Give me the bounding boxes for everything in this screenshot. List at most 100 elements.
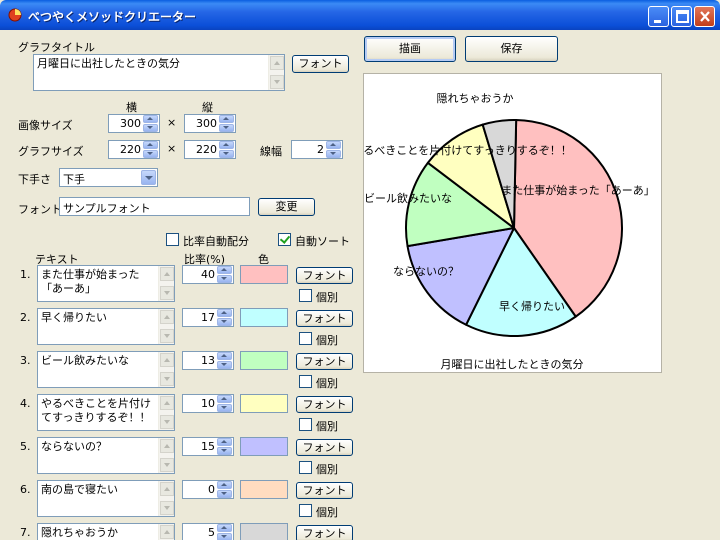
item-color-swatch[interactable] [240,480,288,499]
scroll-down-icon[interactable] [160,286,174,300]
item-font-button[interactable]: フォント [296,482,353,499]
spin-down-icon[interactable] [326,150,341,158]
scroll-down-icon[interactable] [160,329,174,343]
spin-down-icon[interactable] [217,490,232,498]
item-text-field[interactable]: ならないの？ [37,437,175,474]
item-individual-checkbox[interactable] [299,461,312,474]
scroll-up-icon[interactable] [160,396,174,410]
spin-up-icon[interactable] [217,309,232,317]
item-color-swatch[interactable] [240,437,288,456]
maximize-button[interactable] [671,6,692,27]
item-ratio-spinner[interactable]: 0 [182,480,234,499]
item-ratio-spinner[interactable]: 10 [182,394,234,413]
item-font-button[interactable]: フォント [296,267,353,284]
item-font-button[interactable]: フォント [296,396,353,413]
item-individual-checkbox[interactable] [299,375,312,388]
close-button[interactable] [694,6,715,27]
item-text-scrollbar[interactable] [158,395,174,430]
title-font-button[interactable]: フォント [292,55,349,73]
item-text-field[interactable]: また仕事が始まった「あーあ」 [37,265,175,302]
spin-down-icon[interactable] [217,275,232,283]
clumsiness-select[interactable]: 下手 [59,168,158,187]
save-button[interactable]: 保存 [465,36,558,62]
image-height-spinner[interactable]: 300 [184,114,236,133]
font-name-field[interactable]: サンプルフォント [59,197,250,216]
auto-sort-checkbox[interactable] [278,233,291,246]
spin-up-icon[interactable] [217,266,232,274]
graph-height-spinner[interactable]: 220 [184,140,236,159]
item-text-scrollbar[interactable] [158,481,174,516]
draw-button[interactable]: 描画 [364,36,456,62]
item-text-field[interactable]: 南の島で寝たい [37,480,175,517]
line-width-spinner[interactable]: 2 [291,140,343,159]
spin-up-icon[interactable] [217,481,232,489]
spin-down-icon[interactable] [143,150,158,158]
chevron-down-icon[interactable] [141,170,156,185]
item-ratio-spinner[interactable]: 15 [182,437,234,456]
spin-up-icon[interactable] [217,352,232,360]
item-color-swatch[interactable] [240,394,288,413]
scroll-up-icon[interactable] [270,56,284,70]
scroll-down-icon[interactable] [270,75,284,89]
item-individual-checkbox[interactable] [299,418,312,431]
scroll-down-icon[interactable] [160,372,174,386]
spin-up-icon[interactable] [143,115,158,123]
item-text-scrollbar[interactable] [158,438,174,473]
item-ratio-spinner[interactable]: 5 [182,523,234,540]
item-font-button[interactable]: フォント [296,525,353,540]
item-text-scrollbar[interactable] [158,524,174,540]
auto-ratio-checkbox[interactable] [166,233,179,246]
item-text-scrollbar[interactable] [158,309,174,344]
scroll-up-icon[interactable] [160,525,174,539]
item-text-field[interactable]: やるべきことを片付けてすっきりするぞ！！ [37,394,175,431]
spin-down-icon[interactable] [217,318,232,326]
item-font-button[interactable]: フォント [296,439,353,456]
spin-up-icon[interactable] [217,438,232,446]
item-text-field[interactable]: 隠れちゃおうか [37,523,175,540]
item-font-button[interactable]: フォント [296,353,353,370]
spin-down-icon[interactable] [143,124,158,132]
minimize-button[interactable] [648,6,669,27]
item-individual-checkbox[interactable] [299,289,312,302]
item-text-field[interactable]: 早く帰りたい [37,308,175,345]
item-text-field[interactable]: ビール飲みたいな [37,351,175,388]
item-text-scrollbar[interactable] [158,352,174,387]
spin-down-icon[interactable] [217,404,232,412]
spin-down-icon[interactable] [217,447,232,455]
item-ratio-spinner[interactable]: 40 [182,265,234,284]
image-width-spinner[interactable]: 300 [108,114,160,133]
spin-up-icon[interactable] [326,141,341,149]
item-color-swatch[interactable] [240,351,288,370]
spin-down-icon[interactable] [219,124,234,132]
graph-title-field[interactable]: 月曜日に出社したときの気分 [33,54,285,91]
spin-up-icon[interactable] [219,115,234,123]
spin-down-icon[interactable] [217,361,232,369]
scroll-up-icon[interactable] [160,482,174,496]
item-individual-checkbox[interactable] [299,504,312,517]
scroll-up-icon[interactable] [160,267,174,281]
scroll-up-icon[interactable] [160,353,174,367]
spin-down-icon[interactable] [217,533,232,540]
graph-title-scrollbar[interactable] [268,55,284,90]
item-font-button[interactable]: フォント [296,310,353,327]
scroll-up-icon[interactable] [160,439,174,453]
scroll-up-icon[interactable] [160,310,174,324]
spin-up-icon[interactable] [217,395,232,403]
spin-up-icon[interactable] [217,524,232,532]
scroll-down-icon[interactable] [160,458,174,472]
spin-up-icon[interactable] [143,141,158,149]
item-color-swatch[interactable] [240,265,288,284]
item-color-swatch[interactable] [240,523,288,540]
item-ratio-spinner[interactable]: 17 [182,308,234,327]
change-font-button[interactable]: 変更 [258,198,315,216]
spin-up-icon[interactable] [219,141,234,149]
scroll-down-icon[interactable] [160,415,174,429]
scroll-down-icon[interactable] [160,501,174,515]
item-text-scrollbar[interactable] [158,266,174,301]
item-color-swatch[interactable] [240,308,288,327]
item-individual-checkbox[interactable] [299,332,312,345]
spin-down-icon[interactable] [219,150,234,158]
graph-width-spinner[interactable]: 220 [108,140,160,159]
item-ratio-spinner[interactable]: 13 [182,351,234,370]
title-bar[interactable]: べつやくメソッドクリエーター [0,0,720,30]
